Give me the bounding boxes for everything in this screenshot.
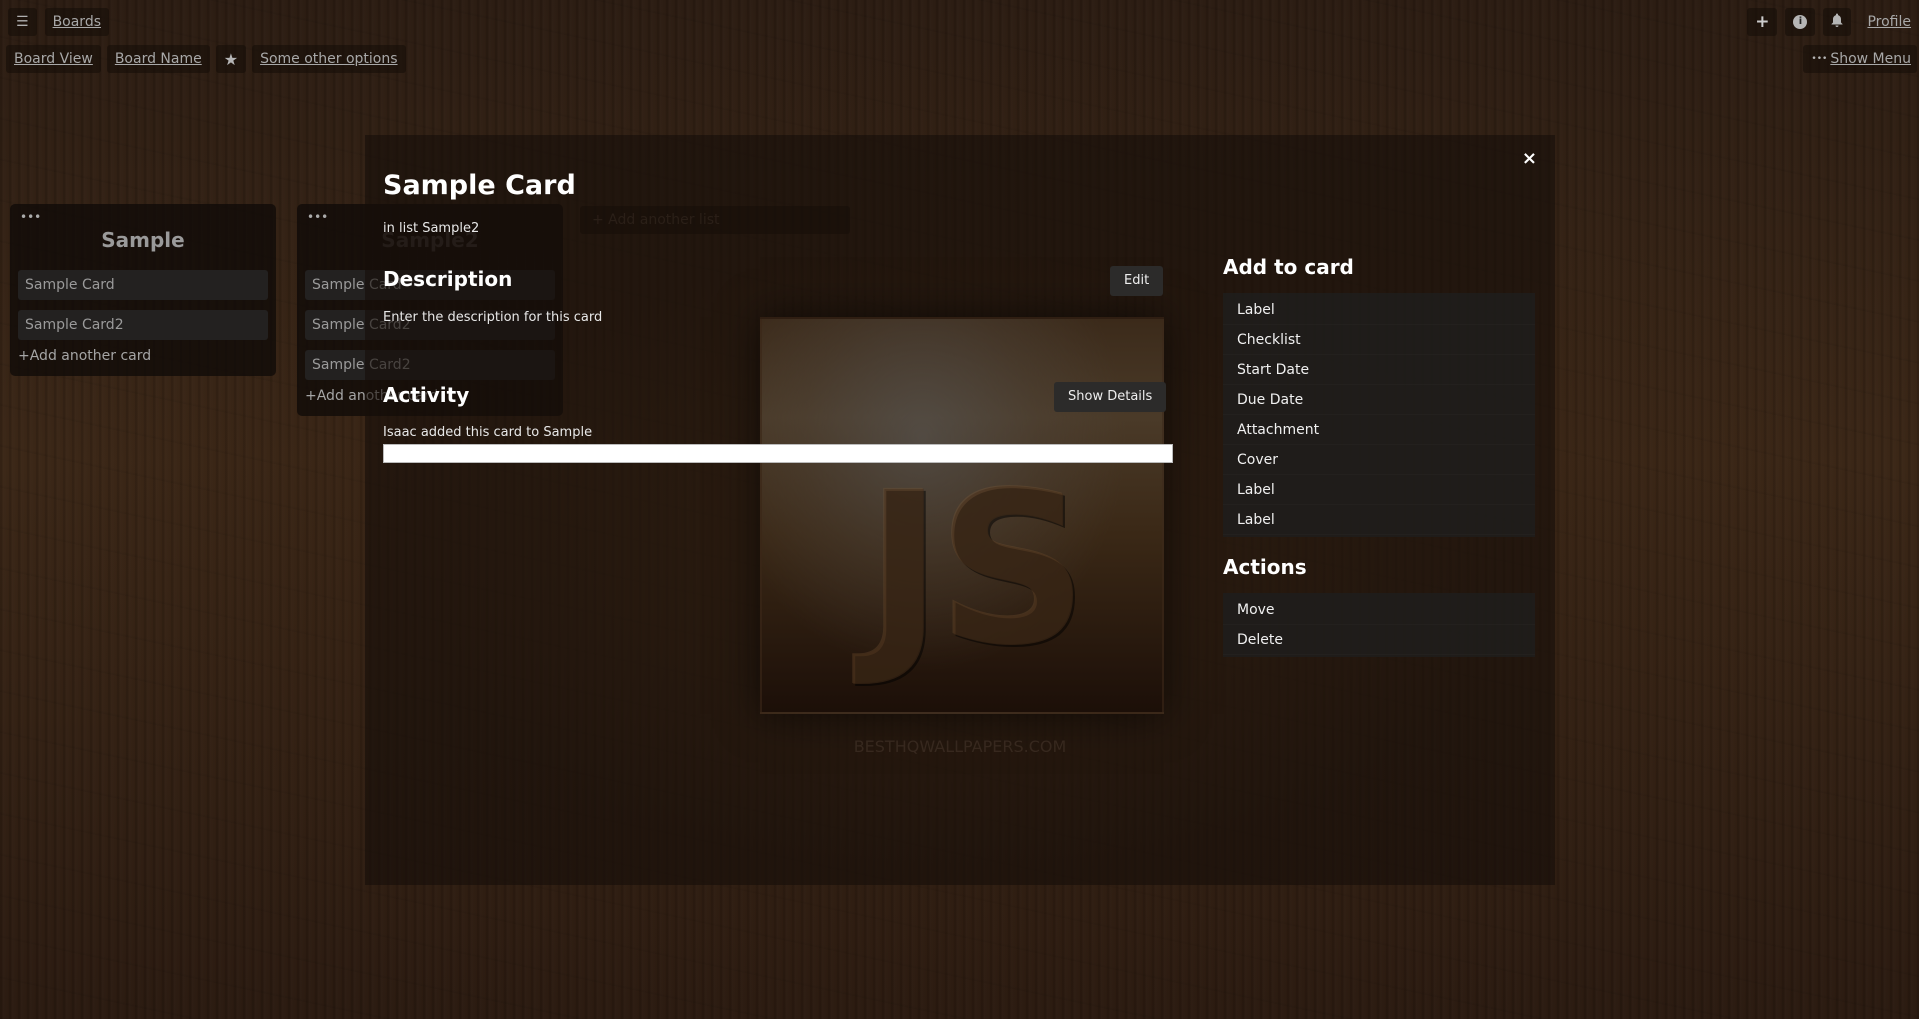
top-bar: ☰ Boards + i Profile <box>8 8 1911 36</box>
add-cover-item[interactable]: Cover <box>1223 445 1535 475</box>
add-checklist-item[interactable]: Checklist <box>1223 325 1535 355</box>
other-options-link[interactable]: Some other options <box>260 51 397 67</box>
add-to-card-heading: Add to card <box>1223 255 1354 279</box>
background-watermark: BESTHQWALLPAPERS.COM <box>853 737 1067 756</box>
move-card-item[interactable]: Move <box>1223 595 1535 625</box>
activity-entry: Isaac added this card to Sample <box>383 425 593 440</box>
card-item[interactable]: Sample Card2 <box>18 310 268 340</box>
bell-icon <box>1831 13 1843 31</box>
add-to-card-section: Add to card Label Checklist Start Date D… <box>1223 255 1535 537</box>
description-heading: Description <box>383 267 513 291</box>
add-attachment-item[interactable]: Attachment <box>1223 415 1535 445</box>
actions-section: Actions Move Delete <box>1223 555 1535 657</box>
show-menu-link[interactable]: Show Menu <box>1830 51 1911 67</box>
profile-link[interactable]: Profile <box>1867 14 1911 30</box>
card-list-info: in list Sample2 <box>383 221 480 236</box>
board-view-link[interactable]: Board View <box>14 51 93 67</box>
add-due-date-item[interactable]: Due Date <box>1223 385 1535 415</box>
background-js-logo: JS <box>865 447 1088 692</box>
close-icon: × <box>1521 148 1537 169</box>
boards-link[interactable]: Boards <box>53 14 101 30</box>
hamburger-icon: ☰ <box>16 14 29 30</box>
board-toolbar: Board View Board Name ★ Some other optio… <box>0 45 1919 73</box>
add-to-card-menu: Label Checklist Start Date Due Date Atta… <box>1223 293 1535 537</box>
actions-heading: Actions <box>1223 555 1307 579</box>
actions-menu: Move Delete <box>1223 593 1535 657</box>
show-menu-button[interactable]: ••• Show Menu <box>1803 45 1917 73</box>
board-name-button[interactable]: Board Name <box>106 45 210 73</box>
info-icon: i <box>1793 15 1808 29</box>
more-dots-icon: ••• <box>1811 54 1828 64</box>
delete-card-item[interactable]: Delete <box>1223 625 1535 655</box>
show-details-button[interactable]: Show Details <box>1054 382 1167 412</box>
board-view-button[interactable]: Board View <box>6 45 101 73</box>
card-detail-modal: JS BESTHQWALLPAPERS.COM × Sample Card in… <box>365 135 1555 885</box>
add-label-item[interactable]: Label <box>1223 475 1535 505</box>
star-board-button[interactable]: ★ <box>215 45 247 73</box>
notifications-button[interactable] <box>1823 8 1852 36</box>
add-card-button[interactable]: +Add another card <box>18 348 268 364</box>
info-button[interactable]: i <box>1785 8 1816 36</box>
plus-icon: + <box>1755 12 1770 32</box>
other-options-button[interactable]: Some other options <box>252 45 406 73</box>
list-title[interactable]: Sample <box>18 228 268 256</box>
list-menu-icon[interactable]: ••• <box>20 211 268 224</box>
close-modal-button[interactable]: × <box>1522 148 1537 169</box>
boards-button[interactable]: Boards <box>44 8 110 36</box>
add-label-item[interactable]: Label <box>1223 505 1535 535</box>
add-label-item[interactable]: Label <box>1223 295 1535 325</box>
board-name-link[interactable]: Board Name <box>115 51 202 67</box>
card-item[interactable]: Sample Card <box>18 270 268 300</box>
hamburger-menu-button[interactable]: ☰ <box>8 8 37 36</box>
add-button[interactable]: + <box>1747 8 1778 36</box>
activity-comment-input[interactable] <box>383 444 1173 463</box>
description-text[interactable]: Enter the description for this card <box>383 310 602 325</box>
profile-button[interactable]: Profile <box>1859 8 1911 36</box>
star-icon: ★ <box>223 49 239 69</box>
list-sample: ••• Sample Sample Card Sample Card2 +Add… <box>10 204 276 376</box>
add-start-date-item[interactable]: Start Date <box>1223 355 1535 385</box>
card-title[interactable]: Sample Card <box>383 170 576 201</box>
edit-description-button[interactable]: Edit <box>1110 266 1164 296</box>
activity-heading: Activity <box>383 383 470 407</box>
